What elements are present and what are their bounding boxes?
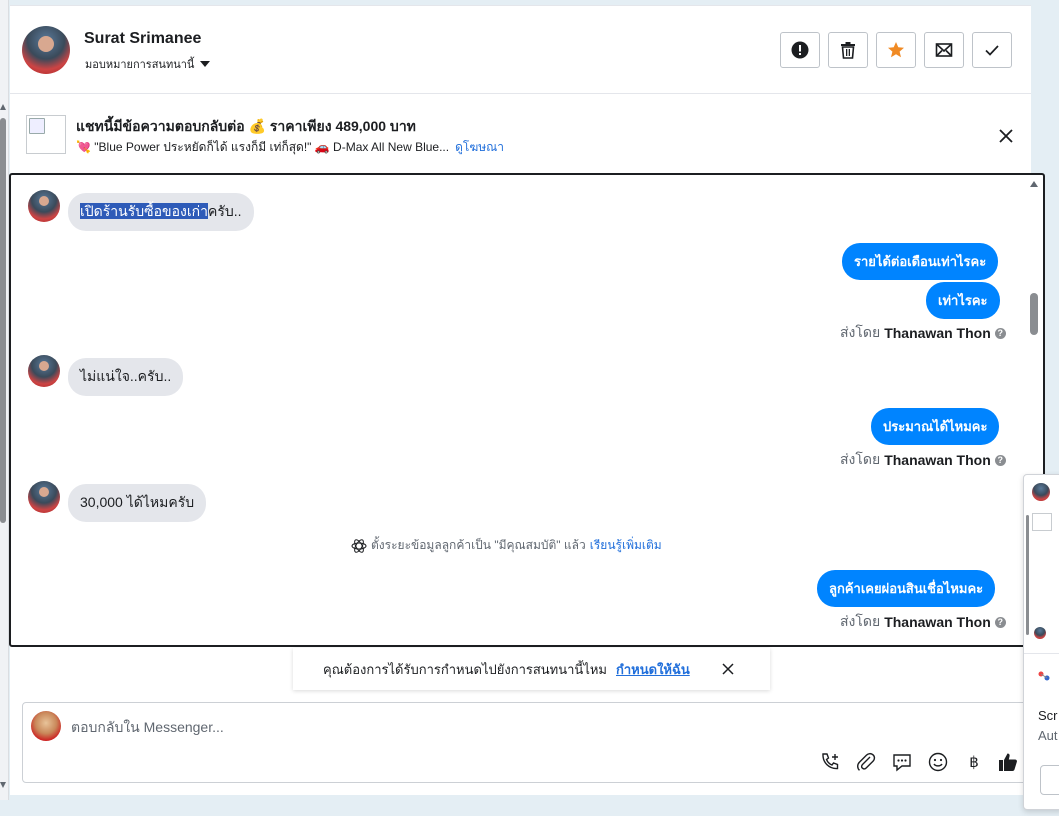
close-icon[interactable] (721, 662, 735, 676)
message-thread[interactable]: เปิดร้านรับซื้อของเก่าครับ.. รายได้ต่อเด… (9, 173, 1045, 647)
reply-input[interactable]: ตอบกลับใน Messenger... (71, 717, 224, 739)
sent-by-prefix: ส่งโดย (840, 451, 881, 467)
scroll-up-icon[interactable] (0, 104, 6, 110)
sent-by-label: ส่งโดย Thanawan Thon ? (840, 322, 1006, 344)
view-ad-link[interactable]: ดูโฆษณา (455, 140, 504, 154)
ad-thumbnail-image (1032, 513, 1052, 531)
notification-panel-clipped[interactable]: Scr Aut (1023, 474, 1059, 810)
help-icon[interactable]: ? (994, 454, 1006, 466)
system-note-text: ตั้งระยะข้อมูลลูกค้าเป็น "มีคุณสมบัติ" แ… (371, 538, 586, 552)
contact-avatar-small (28, 355, 60, 387)
notification-subtitle: Aut (1038, 728, 1058, 743)
message-composer[interactable]: ตอบกลับใน Messenger... ฿ (22, 702, 1034, 783)
star-icon (888, 42, 904, 58)
help-icon[interactable]: ? (994, 327, 1006, 339)
contact-avatar-small (28, 190, 60, 222)
ad-description-text: 💘 "Blue Power ประหยัดก็ได้ แรงก็มี เท่ก็… (76, 140, 450, 154)
assign-conversation-dropdown[interactable]: มอบหมายการสนทนานี้ (85, 55, 211, 73)
outgoing-message[interactable]: ลูกค้าเคยผ่อนสินเชื่อไหมคะ (817, 570, 996, 607)
page-avatar (31, 711, 61, 741)
checkmark-icon (985, 45, 999, 56)
sent-by-prefix: ส่งโดย (840, 613, 881, 629)
incoming-message[interactable]: ไม่แน่ใจ..ครับ.. (68, 358, 184, 396)
saved-reply-icon[interactable] (891, 751, 913, 773)
mark-done-button[interactable] (972, 32, 1012, 68)
caret-down-icon (200, 61, 211, 67)
conversation-header: Surat Srimanee มอบหมายการสนทนานี้ (10, 6, 1031, 94)
ad-thumbnail-image[interactable] (26, 115, 66, 154)
outgoing-message[interactable]: ประมาณได้ไหมคะ (871, 408, 1000, 445)
star-button[interactable] (876, 32, 916, 68)
close-icon[interactable] (998, 128, 1014, 144)
thread-scrollbar-thumb[interactable] (1030, 293, 1038, 335)
svg-text:฿: ฿ (969, 753, 979, 771)
delete-button[interactable] (828, 32, 868, 68)
assign-prompt-text: คุณต้องการได้รับการกำหนดไปยังการสนทนานี้… (323, 661, 607, 677)
thumbs-up-icon[interactable] (997, 751, 1019, 773)
sent-by-agent: Thanawan Thon (884, 614, 991, 630)
assign-to-me-link[interactable]: กำหนดให้ฉัน (616, 659, 690, 680)
sent-by-prefix: ส่งโดย (840, 324, 881, 340)
panel-scrollbar[interactable] (1026, 515, 1029, 635)
ad-context-bar: แชทนี้มีข้อความตอบกลับต่อ 💰 ราคาเพียง 48… (10, 95, 1031, 174)
outgoing-message[interactable]: เท่าไรคะ (926, 282, 1000, 319)
app-logo-icon (1038, 671, 1050, 681)
help-icon[interactable]: ? (994, 616, 1006, 628)
contact-avatar-small (1032, 483, 1050, 501)
exclamation-circle-icon (791, 41, 809, 59)
assign-prompt: คุณต้องการได้รับการกำหนดไปยังการสนทนานี้… (293, 648, 770, 690)
left-scrollbar-thumb[interactable] (0, 118, 6, 523)
ad-description: 💘 "Blue Power ประหยัดก็ได้ แรงก็มี เท่ก็… (76, 138, 504, 157)
envelope-icon (935, 43, 953, 57)
paperclip-icon[interactable] (855, 751, 877, 773)
contact-avatar-small (1034, 627, 1046, 639)
emoji-icon[interactable] (927, 751, 949, 773)
message-text: ครับ.. (207, 203, 242, 219)
phone-add-icon[interactable] (819, 751, 841, 773)
notification-action-button[interactable] (1040, 765, 1059, 795)
sent-by-agent: Thanawan Thon (884, 325, 991, 341)
contact-name[interactable]: Surat Srimanee (84, 30, 201, 48)
sent-by-label: ส่งโดย Thanawan Thon ? (840, 449, 1006, 471)
baht-payment-icon[interactable]: ฿ (963, 751, 985, 773)
left-scrollbar-track[interactable] (0, 0, 9, 800)
outgoing-message[interactable]: รายได้ต่อเดือนเท่าไรคะ (842, 243, 999, 280)
scroll-down-icon[interactable] (0, 782, 6, 788)
sent-by-label: ส่งโดย Thanawan Thon ? (840, 611, 1006, 633)
selected-text: เปิดร้านรับซื้อของเก่า (80, 203, 208, 219)
atom-icon (351, 538, 367, 553)
incoming-message[interactable]: 30,000 ได้ไหมครับ (68, 484, 207, 522)
ad-title: แชทนี้มีข้อความตอบกลับต่อ 💰 ราคาเพียง 48… (76, 118, 416, 134)
incoming-message[interactable]: เปิดร้านรับซื้อของเก่าครับ.. (68, 193, 254, 231)
trash-icon (841, 42, 855, 59)
assign-label: มอบหมายการสนทนานี้ (85, 59, 195, 71)
scroll-up-icon[interactable] (1030, 181, 1038, 187)
contact-avatar[interactable] (22, 26, 70, 74)
notification-title: Scr (1038, 708, 1058, 723)
system-note: ตั้งระยะข้อมูลลูกค้าเป็น "มีคุณสมบัติ" แ… (351, 536, 662, 555)
mark-spam-button[interactable] (780, 32, 820, 68)
sent-by-agent: Thanawan Thon (884, 452, 991, 468)
mark-unread-button[interactable] (924, 32, 964, 68)
learn-more-link[interactable]: เรียนรู้เพิ่มเติม (590, 536, 662, 555)
contact-avatar-small (28, 481, 60, 513)
divider (1024, 653, 1059, 654)
